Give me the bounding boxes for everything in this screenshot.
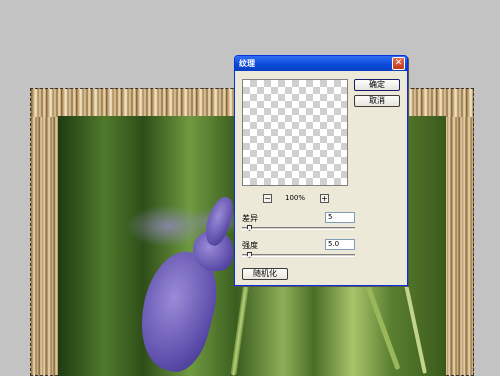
- randomize-button[interactable]: 随机化: [242, 268, 288, 280]
- difference-label: 差异: [242, 214, 258, 223]
- texturizer-dialog: 纹理 ✕ 确定 取消 − 100% + 差异 5 强度 5.0 随机化: [234, 55, 408, 286]
- difference-slider-thumb[interactable]: [247, 225, 252, 231]
- ok-button[interactable]: 确定: [354, 79, 400, 91]
- difference-slider[interactable]: [242, 227, 355, 230]
- close-button[interactable]: ✕: [392, 57, 405, 70]
- zoom-in-button[interactable]: +: [320, 194, 329, 203]
- strength-input[interactable]: 5.0: [325, 239, 355, 250]
- difference-input[interactable]: 5: [325, 212, 355, 223]
- zoom-level: 100%: [285, 194, 306, 202]
- dialog-title: 纹理: [239, 59, 255, 68]
- close-icon: ✕: [394, 58, 403, 68]
- plus-icon: +: [321, 194, 328, 203]
- cancel-button[interactable]: 取消: [354, 95, 400, 107]
- preview-area[interactable]: [242, 79, 348, 186]
- strength-slider[interactable]: [242, 254, 355, 257]
- dialog-titlebar[interactable]: 纹理 ✕: [235, 56, 407, 71]
- minus-icon: −: [264, 194, 271, 203]
- strength-label: 强度: [242, 241, 258, 250]
- strength-slider-thumb[interactable]: [247, 252, 252, 258]
- zoom-out-button[interactable]: −: [263, 194, 272, 203]
